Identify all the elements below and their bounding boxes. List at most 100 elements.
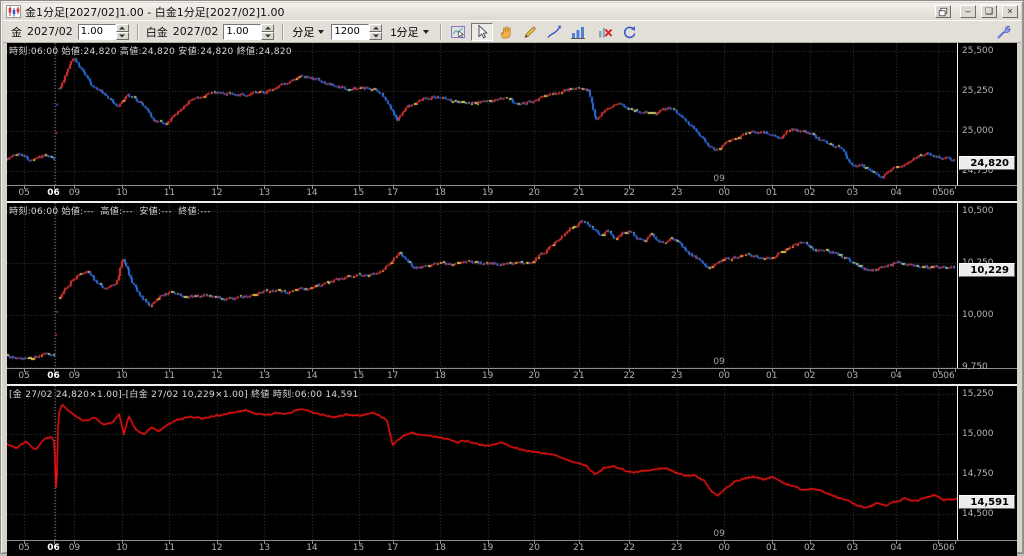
platinum-candlestick-chart[interactable]	[7, 203, 957, 368]
time-axis-label: 02	[804, 543, 815, 553]
y-axis-label: 10,500	[962, 206, 994, 216]
time-axis-label: 17	[387, 188, 398, 198]
time-axis-label: 23	[671, 188, 682, 198]
gold-multiplier-spinner	[78, 24, 129, 40]
time-axis-label: 23	[671, 543, 682, 553]
current-price-box: 24,820	[959, 156, 1015, 170]
chart-type-button[interactable]	[567, 23, 589, 41]
chart-cursor-tool-button[interactable]	[447, 23, 469, 41]
delete-chart-x-icon	[597, 24, 613, 40]
gold-multiplier-up-button[interactable]	[116, 24, 129, 32]
spread-chart-panel: [金 27/02 24,820×1.00]-[白金 27/02 10,229×1…	[7, 386, 1017, 556]
time-axis-label: 14	[306, 543, 317, 553]
time-axis-label: 01	[766, 543, 777, 553]
date-label: 09	[713, 357, 724, 367]
platinum-time-axis[interactable]: 0506091011121314151718192021222300010203…	[7, 368, 1017, 384]
refresh-icon	[621, 24, 637, 40]
time-axis-label: 02	[804, 188, 815, 198]
time-axis-label: 05	[18, 371, 29, 381]
time-axis-label: 06	[943, 188, 954, 198]
current-price-box: 10,229	[959, 263, 1015, 277]
delete-drawings-button[interactable]	[594, 23, 616, 41]
time-axis-label: 05	[932, 188, 943, 198]
period-type-dropdown[interactable]: 分足	[288, 23, 328, 41]
pan-tool-button[interactable]	[495, 23, 517, 41]
gold-time-axis[interactable]: 0506091011121314151718192021222300010203…	[7, 185, 1017, 201]
time-axis-label: 00	[719, 543, 730, 553]
quill-curve-icon	[546, 24, 562, 40]
gold-price-axis[interactable]: 25,50025,25025,00024,75024,820	[958, 43, 1017, 185]
time-axis-label: 17	[387, 543, 398, 553]
time-axis-label: 19	[482, 188, 493, 198]
platinum-contract-month: 2027/02	[173, 25, 219, 38]
time-axis-label: 05	[932, 371, 943, 381]
time-tick	[955, 541, 956, 544]
gold-symbol-label: 金	[11, 24, 22, 40]
select-tool-button[interactable]	[471, 23, 493, 41]
gold-multiplier-input[interactable]	[78, 24, 116, 40]
settings-button[interactable]	[993, 23, 1015, 41]
window-title: 金1分足[2027/02]1.00 - 白金1分足[2027/02]1.00	[25, 4, 930, 20]
platinum-multiplier-down-button[interactable]	[261, 32, 274, 40]
spread-price-axis[interactable]: 15,25015,00014,75014,50014,591	[958, 386, 1017, 540]
time-axis-label: 18	[434, 543, 445, 553]
time-axis-label: 02	[804, 371, 815, 381]
gold-multiplier-down-button[interactable]	[116, 32, 129, 40]
y-axis-label: 15,250	[962, 389, 994, 399]
chart-panels: 時刻:06:00 始値:24,820 高値:24,820 安値:24,820 終…	[7, 43, 1017, 556]
gold-contract-month: 2027/02	[27, 25, 73, 38]
interval-dropdown[interactable]: 1分足	[386, 23, 432, 41]
cascade-windows-button[interactable]	[935, 5, 951, 18]
time-axis-label: 01	[766, 371, 777, 381]
time-axis-label: 12	[211, 371, 222, 381]
time-axis-label: 09	[69, 188, 80, 198]
time-axis-label: 04	[890, 188, 901, 198]
gold-chart-panel: 時刻:06:00 始値:24,820 高値:24,820 安値:24,820 終…	[7, 43, 1017, 201]
toolbar-separator	[282, 24, 284, 40]
close-button[interactable]: ×	[1002, 5, 1018, 18]
time-axis-label: 10	[116, 371, 127, 381]
platinum-multiplier-up-button[interactable]	[261, 24, 274, 32]
time-tick	[955, 369, 956, 372]
time-axis-label: 03	[847, 371, 858, 381]
time-axis-label: 21	[573, 188, 584, 198]
time-axis-label: 03	[847, 188, 858, 198]
time-axis-label: 15	[353, 543, 364, 553]
curve-tool-button[interactable]	[543, 23, 565, 41]
y-axis-label: 25,000	[962, 126, 994, 136]
bar-count-down-button[interactable]	[369, 32, 382, 40]
chevron-down-icon	[318, 30, 324, 34]
time-axis-label: 15	[353, 188, 364, 198]
time-axis-label: 12	[211, 543, 222, 553]
maximize-button[interactable]: ❑	[981, 5, 997, 18]
date-label: 09	[713, 529, 724, 539]
time-axis-label: 17	[387, 371, 398, 381]
platinum-price-axis[interactable]: 10,50010,25010,0009,75010,229	[958, 203, 1017, 368]
time-axis-label: 14	[306, 371, 317, 381]
gold-plot-area: 時刻:06:00 始値:24,820 高値:24,820 安値:24,820 終…	[7, 43, 958, 185]
spread-line-chart[interactable]	[7, 386, 957, 540]
time-axis-label: 01	[766, 188, 777, 198]
time-axis-label: 05	[932, 543, 943, 553]
platinum-symbol-label: 白金	[146, 24, 168, 40]
gold-candlestick-chart[interactable]	[7, 43, 957, 185]
time-axis-label: 05	[18, 543, 29, 553]
bar-count-up-button[interactable]	[369, 24, 382, 32]
interval-label: 1分足	[390, 24, 418, 40]
chevron-down-icon	[423, 30, 429, 34]
y-axis-label: 14,750	[962, 469, 994, 479]
minimize-button[interactable]: –	[960, 5, 976, 18]
time-axis-label: 00	[719, 371, 730, 381]
time-axis-label: 22	[624, 188, 635, 198]
time-axis-label: 09	[69, 543, 80, 553]
pencil-tool-button[interactable]	[519, 23, 541, 41]
bar-count-spinner	[331, 24, 382, 40]
title-bar[interactable]: 金1分足[2027/02]1.00 - 白金1分足[2027/02]1.00 –…	[3, 3, 1021, 20]
time-axis-label: 22	[624, 543, 635, 553]
bar-count-input[interactable]	[331, 24, 369, 40]
chart-cursor-tool-icon	[450, 24, 466, 40]
refresh-button[interactable]	[618, 23, 640, 41]
time-axis-label: 10	[116, 188, 127, 198]
platinum-multiplier-input[interactable]	[223, 24, 261, 40]
time-axis-label: 06	[943, 371, 954, 381]
